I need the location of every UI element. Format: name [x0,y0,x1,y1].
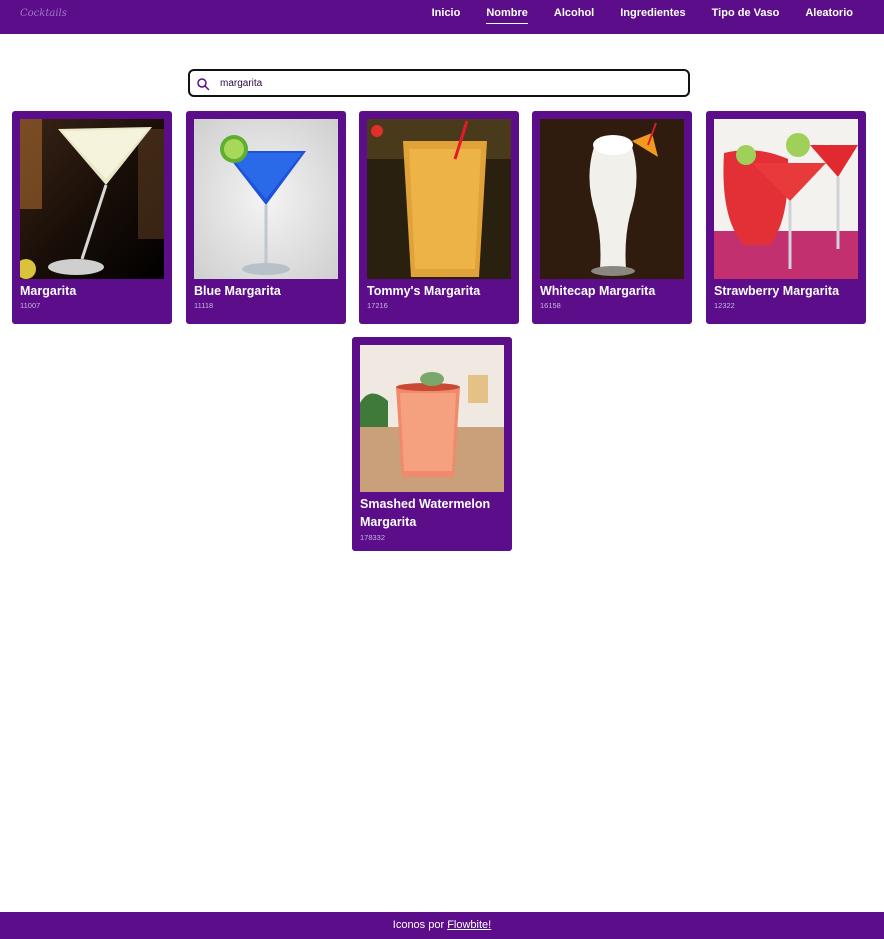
nav-item-nombre[interactable]: Nombre [486,0,528,34]
card-title: Tommy's Margarita [367,284,481,298]
card-title: Smashed Watermelon Margarita [360,497,491,529]
card-id: 17216 [367,301,388,310]
nav-item-inicio[interactable]: Inicio [432,0,461,34]
card-id: 178332 [360,533,386,542]
card-id: 11118 [194,301,214,310]
flowbite-link[interactable]: Flowbite! [447,919,491,931]
nav-links: Inicio Nombre Alcohol Ingredientes Tipo … [406,0,853,34]
cocktail-card[interactable]: Margarita 11007 [12,111,172,324]
card-id: 11007 [20,301,41,310]
margarita-photo [20,119,164,279]
cocktail-card[interactable]: Blue Margarita 11118 [186,111,346,324]
card-title: Margarita [20,284,77,298]
cocktail-card[interactable]: Tommy's Margarita 17216 [359,111,519,324]
search-icon [197,78,210,91]
smashed-watermelon-margarita-photo [360,345,504,492]
search-box [188,69,690,97]
app-logo[interactable]: Cocktails [20,8,67,19]
cocktail-card[interactable]: Smashed Watermelon Margarita 178332 [352,337,512,551]
search-input[interactable] [220,74,680,92]
card-title: Blue Margarita [194,284,281,298]
cocktail-card[interactable]: Whitecap Margarita 16158 [532,111,692,324]
nav-item-ingredientes[interactable]: Ingredientes [620,0,685,34]
strawberry-margarita-photo [714,119,858,279]
nav-item-tipo-de-vaso[interactable]: Tipo de Vaso [712,0,780,34]
blue-margarita-photo [194,119,338,279]
nav-item-alcohol[interactable]: Alcohol [554,0,594,34]
card-title: Strawberry Margarita [714,284,840,298]
card-id: 12322 [714,301,735,310]
cocktail-card[interactable]: Strawberry Margarita 12322 [706,111,866,324]
card-title: Whitecap Margarita [540,284,656,298]
footer: Iconos por Flowbite! [0,912,884,939]
tommys-margarita-photo [367,119,511,279]
top-navbar: Cocktails Inicio Nombre Alcohol Ingredie… [0,0,884,34]
footer-text: Iconos por [392,919,445,931]
nav-item-aleatorio[interactable]: Aleatorio [805,0,853,34]
card-id: 16158 [540,301,561,310]
whitecap-margarita-photo [540,119,684,279]
